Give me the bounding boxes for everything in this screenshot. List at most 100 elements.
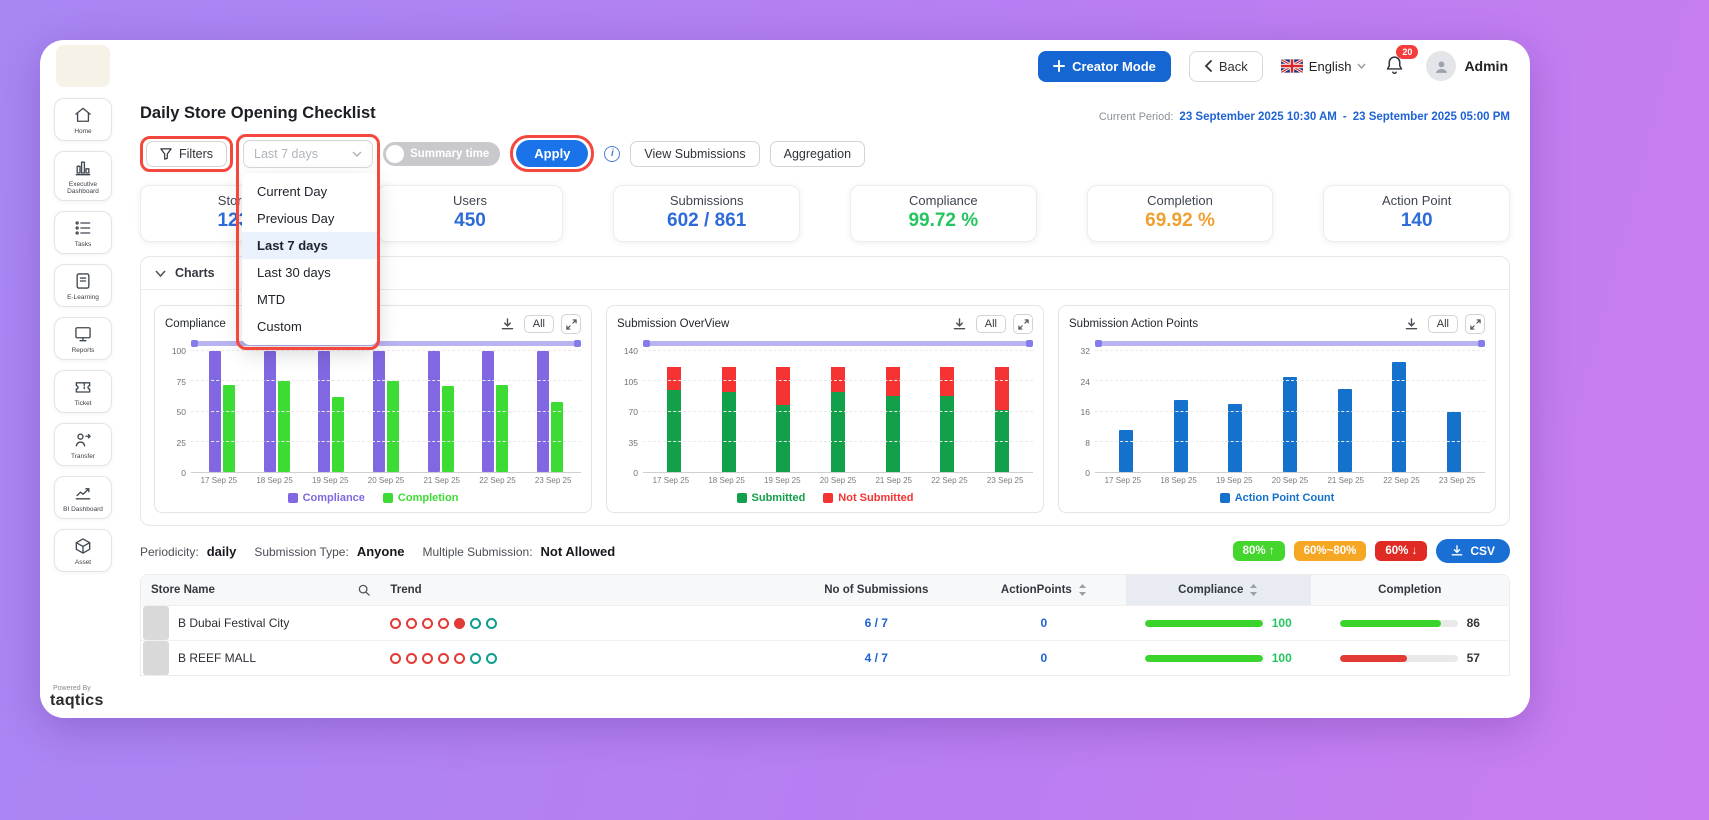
dropdown-option-current-day[interactable]: Current Day [242, 178, 378, 205]
sidebar-item-e-learning[interactable]: E-Learning [54, 264, 112, 307]
search-icon[interactable] [358, 584, 370, 596]
chart-download-icon[interactable] [1403, 314, 1421, 334]
x-tick-label: 17 Sep 25 [643, 476, 699, 485]
executive-dashboard-icon [73, 158, 93, 178]
chart-legend: Action Point Count [1069, 492, 1485, 506]
legend-label: Compliance [303, 492, 365, 504]
sort-icon[interactable] [1249, 584, 1258, 596]
column-header-actionpoints[interactable]: ActionPoints [962, 575, 1126, 605]
multiple-submission-value: Not Allowed [541, 544, 616, 559]
x-tick-label: 17 Sep 25 [191, 476, 247, 485]
date-range-field[interactable]: Last 7 days [243, 140, 373, 168]
apply-button[interactable]: Apply [516, 140, 588, 167]
legend-item-not-submitted[interactable]: Not Submitted [823, 492, 913, 504]
dropdown-option-last-7-days[interactable]: Last 7 days [242, 232, 378, 259]
submissions-cell[interactable]: 4 / 7 [791, 651, 962, 665]
trend-dot[interactable] [470, 653, 481, 664]
bar-group [1317, 351, 1372, 472]
bar-segment-submitted [831, 392, 845, 472]
user-menu[interactable]: Admin [1426, 51, 1508, 81]
back-button[interactable]: Back [1189, 51, 1263, 82]
sidebar-item-transfer[interactable]: Transfer [54, 423, 112, 466]
reports-icon [73, 324, 93, 344]
column-header-completion: Completion [1311, 575, 1509, 605]
chart-all-button[interactable]: All [976, 315, 1006, 333]
legend-item-compliance[interactable]: Compliance [288, 492, 365, 504]
view-submissions-button[interactable]: View Submissions [630, 141, 759, 167]
table-row[interactable]: B REEF MALL4 / 7010057 [141, 640, 1509, 675]
column-header-compliance[interactable]: Compliance [1126, 575, 1311, 605]
period-start: 23 September 2025 10:30 AM [1179, 111, 1336, 123]
stat-card-compliance: Compliance99.72 % [850, 185, 1037, 242]
legend-label: Submitted [752, 492, 806, 504]
chart-expand-icon[interactable] [1465, 314, 1485, 334]
filters-button[interactable]: Filters [146, 141, 227, 167]
stat-card-users: Users450 [377, 185, 564, 242]
legend-swatch [1220, 493, 1230, 503]
summary-time-toggle[interactable]: Summary time [383, 142, 500, 166]
chart-download-icon[interactable] [951, 314, 969, 334]
trend-dot[interactable] [438, 618, 449, 629]
action-points-cell[interactable]: 0 [962, 616, 1126, 630]
sidebar-item-ticket[interactable]: Ticket [54, 370, 112, 413]
x-tick-label: 17 Sep 25 [1095, 476, 1151, 485]
table-row[interactable]: B Dubai Festival City6 / 7010086 [141, 605, 1509, 640]
trend-dot[interactable] [422, 653, 433, 664]
legend-item-submitted[interactable]: Submitted [737, 492, 806, 504]
sidebar-item-tasks[interactable]: Tasks [54, 211, 112, 254]
trend-dot[interactable] [454, 618, 465, 629]
bar-segment-submitted [722, 392, 736, 472]
page-title: Daily Store Opening Checklist [140, 104, 376, 123]
column-header-label: Store Name [151, 584, 215, 596]
taqtics-logo: taqtics [50, 692, 104, 710]
trend-dot[interactable] [438, 653, 449, 664]
chart-expand-icon[interactable] [561, 314, 581, 334]
sidebar-item-asset[interactable]: Asset [54, 529, 112, 572]
chart-zoom-slider[interactable] [643, 341, 1033, 346]
language-selector[interactable]: English [1281, 59, 1367, 74]
dropdown-option-previous-day[interactable]: Previous Day [242, 205, 378, 232]
bar-group [920, 351, 975, 472]
submission-overview-chart-card: Submission OverView All 03570105140 [606, 305, 1044, 513]
creator-mode-button[interactable]: Creator Mode [1038, 51, 1171, 82]
column-header-no-of-submissions: No of Submissions [791, 575, 962, 605]
submissions-cell[interactable]: 6 / 7 [791, 616, 962, 630]
info-icon[interactable]: i [604, 146, 620, 162]
trend-dot[interactable] [390, 618, 401, 629]
dropdown-option-mtd[interactable]: MTD [242, 286, 378, 313]
chart-expand-icon[interactable] [1013, 314, 1033, 334]
y-tick-label: 16 [1081, 407, 1090, 417]
trend-dot[interactable] [422, 618, 433, 629]
sidebar-item-home[interactable]: Home [54, 98, 112, 141]
annotation-highlight-filters: Filters [140, 136, 233, 172]
trend-dot[interactable] [406, 618, 417, 629]
trend-dot[interactable] [486, 653, 497, 664]
chart-zoom-slider[interactable] [1095, 341, 1485, 346]
dropdown-option-custom[interactable]: Custom [242, 313, 378, 340]
chart-plot-area [1095, 351, 1485, 473]
chart-all-button[interactable]: All [1428, 315, 1458, 333]
sidebar-item-reports[interactable]: Reports [54, 317, 112, 360]
legend-item-action-point-count[interactable]: Action Point Count [1220, 492, 1335, 504]
dropdown-option-last-30-days[interactable]: Last 30 days [242, 259, 378, 286]
sidebar-item-bi-dashboard[interactable]: BI Dashboard [54, 476, 112, 519]
trend-dot[interactable] [390, 653, 401, 664]
action-points-cell[interactable]: 0 [962, 651, 1126, 665]
aggregation-button[interactable]: Aggregation [770, 141, 865, 167]
compliance-value: 100 [1272, 651, 1292, 665]
sidebar-item-executive-dashboard[interactable]: Executive Dashboard [54, 151, 112, 201]
submission-type-label: Submission Type: [254, 545, 349, 559]
trend-dot[interactable] [454, 653, 465, 664]
legend-item-completion[interactable]: Completion [383, 492, 459, 504]
chart-download-icon[interactable] [499, 314, 517, 334]
trend-dot[interactable] [470, 618, 481, 629]
sort-icon[interactable] [1078, 584, 1087, 596]
chart-all-button[interactable]: All [524, 315, 554, 333]
trend-dot[interactable] [406, 653, 417, 664]
notifications-bell[interactable]: 20 [1384, 54, 1408, 78]
stacked-bar [667, 367, 681, 472]
chart-title: Compliance [165, 318, 226, 330]
csv-download-button[interactable]: CSV [1436, 539, 1510, 563]
trend-dot[interactable] [486, 618, 497, 629]
current-period: Current Period: 23 September 2025 10:30 … [1099, 111, 1510, 123]
